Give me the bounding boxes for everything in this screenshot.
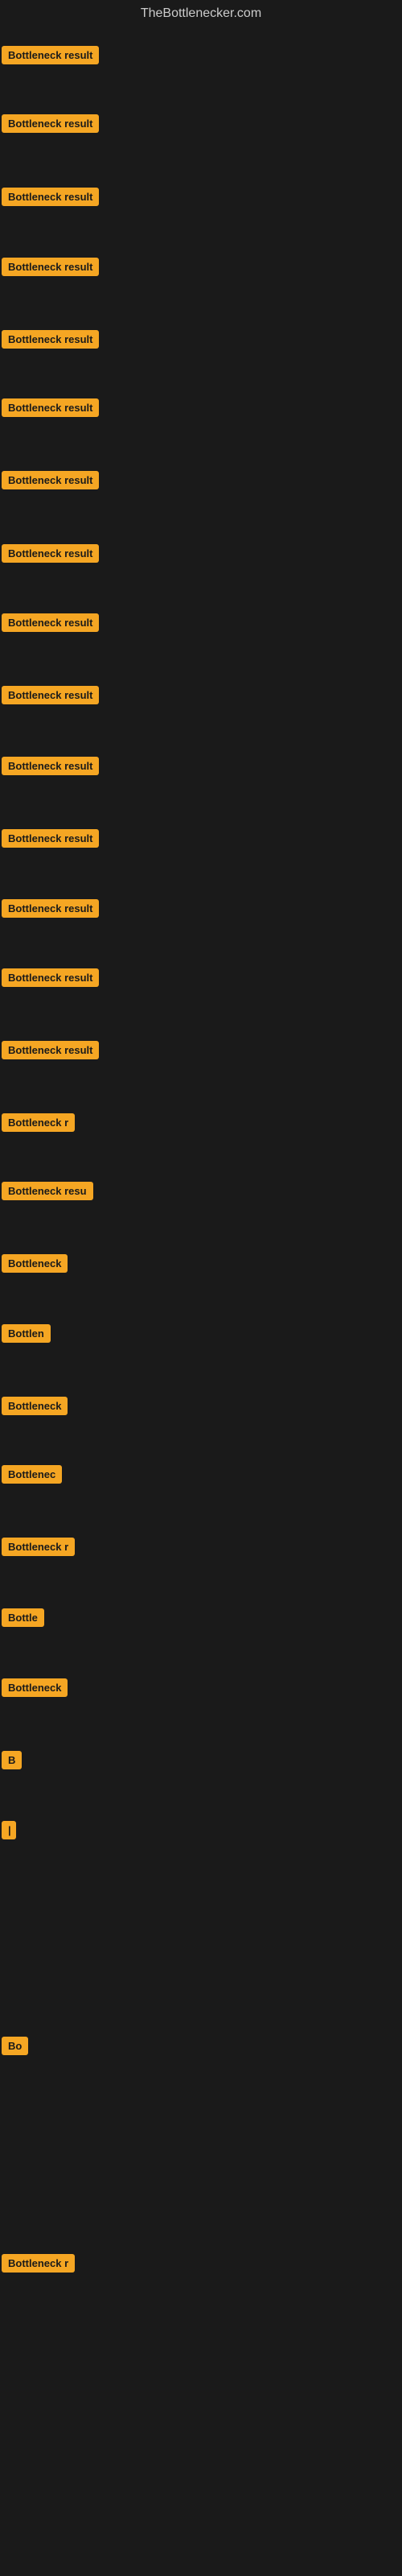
bottleneck-item[interactable]: Bottleneck: [2, 1397, 68, 1419]
bottleneck-badge: Bottleneck result: [2, 258, 99, 276]
bottleneck-item[interactable]: Bottle: [2, 1608, 44, 1631]
bottleneck-item[interactable]: B: [2, 1751, 22, 1773]
bottleneck-badge: Bottleneck result: [2, 968, 99, 987]
bottleneck-item[interactable]: Bottleneck result: [2, 114, 99, 137]
bottleneck-badge: Bottleneck r: [2, 1113, 75, 1132]
bottleneck-badge: |: [2, 1821, 16, 1839]
bottleneck-badge: Bottleneck result: [2, 613, 99, 632]
bottleneck-badge: Bottleneck r: [2, 2254, 75, 2273]
bottleneck-item[interactable]: Bottleneck result: [2, 471, 99, 493]
bottleneck-badge: B: [2, 1751, 22, 1769]
bottleneck-badge: Bottleneck result: [2, 544, 99, 563]
bottleneck-badge: Bottleneck result: [2, 757, 99, 775]
bottleneck-badge: Bottleneck result: [2, 899, 99, 918]
bottleneck-item[interactable]: Bottleneck: [2, 1678, 68, 1701]
bottleneck-item[interactable]: Bottleneck result: [2, 613, 99, 636]
bottleneck-item[interactable]: Bottleneck result: [2, 188, 99, 210]
bottleneck-item[interactable]: Bottleneck result: [2, 398, 99, 421]
bottleneck-badge: Bottleneck result: [2, 686, 99, 704]
bottleneck-badge: Bottleneck result: [2, 398, 99, 417]
bottleneck-item[interactable]: Bottleneck result: [2, 968, 99, 991]
bottleneck-item[interactable]: Bottleneck result: [2, 899, 99, 922]
bottleneck-item[interactable]: Bottleneck r: [2, 1538, 75, 1560]
bottleneck-item[interactable]: Bottleneck result: [2, 757, 99, 779]
bottleneck-item[interactable]: Bottleneck result: [2, 544, 99, 567]
bottleneck-item[interactable]: Bottleneck resu: [2, 1182, 93, 1204]
bottleneck-badge: Bottleneck r: [2, 1538, 75, 1556]
bottleneck-badge: Bottleneck result: [2, 829, 99, 848]
bottleneck-badge: Bottlenec: [2, 1465, 62, 1484]
bottleneck-item[interactable]: Bottleneck result: [2, 686, 99, 708]
bottleneck-item[interactable]: Bottlen: [2, 1324, 51, 1347]
bottleneck-badge: Bottleneck: [2, 1254, 68, 1273]
bottleneck-badge: Bottleneck result: [2, 330, 99, 349]
bottleneck-badge: Bottleneck result: [2, 46, 99, 64]
bottleneck-badge: Bottleneck resu: [2, 1182, 93, 1200]
bottleneck-badge: Bottleneck result: [2, 188, 99, 206]
bottleneck-item[interactable]: Bottleneck r: [2, 1113, 75, 1136]
bottleneck-item[interactable]: Bottleneck result: [2, 829, 99, 852]
bottleneck-badge: Bottleneck: [2, 1397, 68, 1415]
bottleneck-badge: Bottleneck result: [2, 114, 99, 133]
bottleneck-badge: Bo: [2, 2037, 28, 2055]
site-title: TheBottlenecker.com: [0, 0, 402, 27]
bottleneck-item[interactable]: Bo: [2, 2037, 28, 2059]
bottleneck-badge: Bottleneck result: [2, 1041, 99, 1059]
bottleneck-item[interactable]: Bottleneck: [2, 1254, 68, 1277]
bottleneck-item[interactable]: Bottleneck result: [2, 46, 99, 68]
bottleneck-item[interactable]: Bottleneck result: [2, 258, 99, 280]
bottleneck-badge: Bottleneck: [2, 1678, 68, 1697]
bottleneck-item[interactable]: Bottleneck result: [2, 330, 99, 353]
bottleneck-badge: Bottle: [2, 1608, 44, 1627]
bottleneck-badge: Bottlen: [2, 1324, 51, 1343]
bottleneck-item[interactable]: Bottlenec: [2, 1465, 62, 1488]
bottleneck-item[interactable]: Bottleneck r: [2, 2254, 75, 2277]
bottleneck-item[interactable]: Bottleneck result: [2, 1041, 99, 1063]
bottleneck-item[interactable]: |: [2, 1821, 16, 1843]
bottleneck-badge: Bottleneck result: [2, 471, 99, 489]
